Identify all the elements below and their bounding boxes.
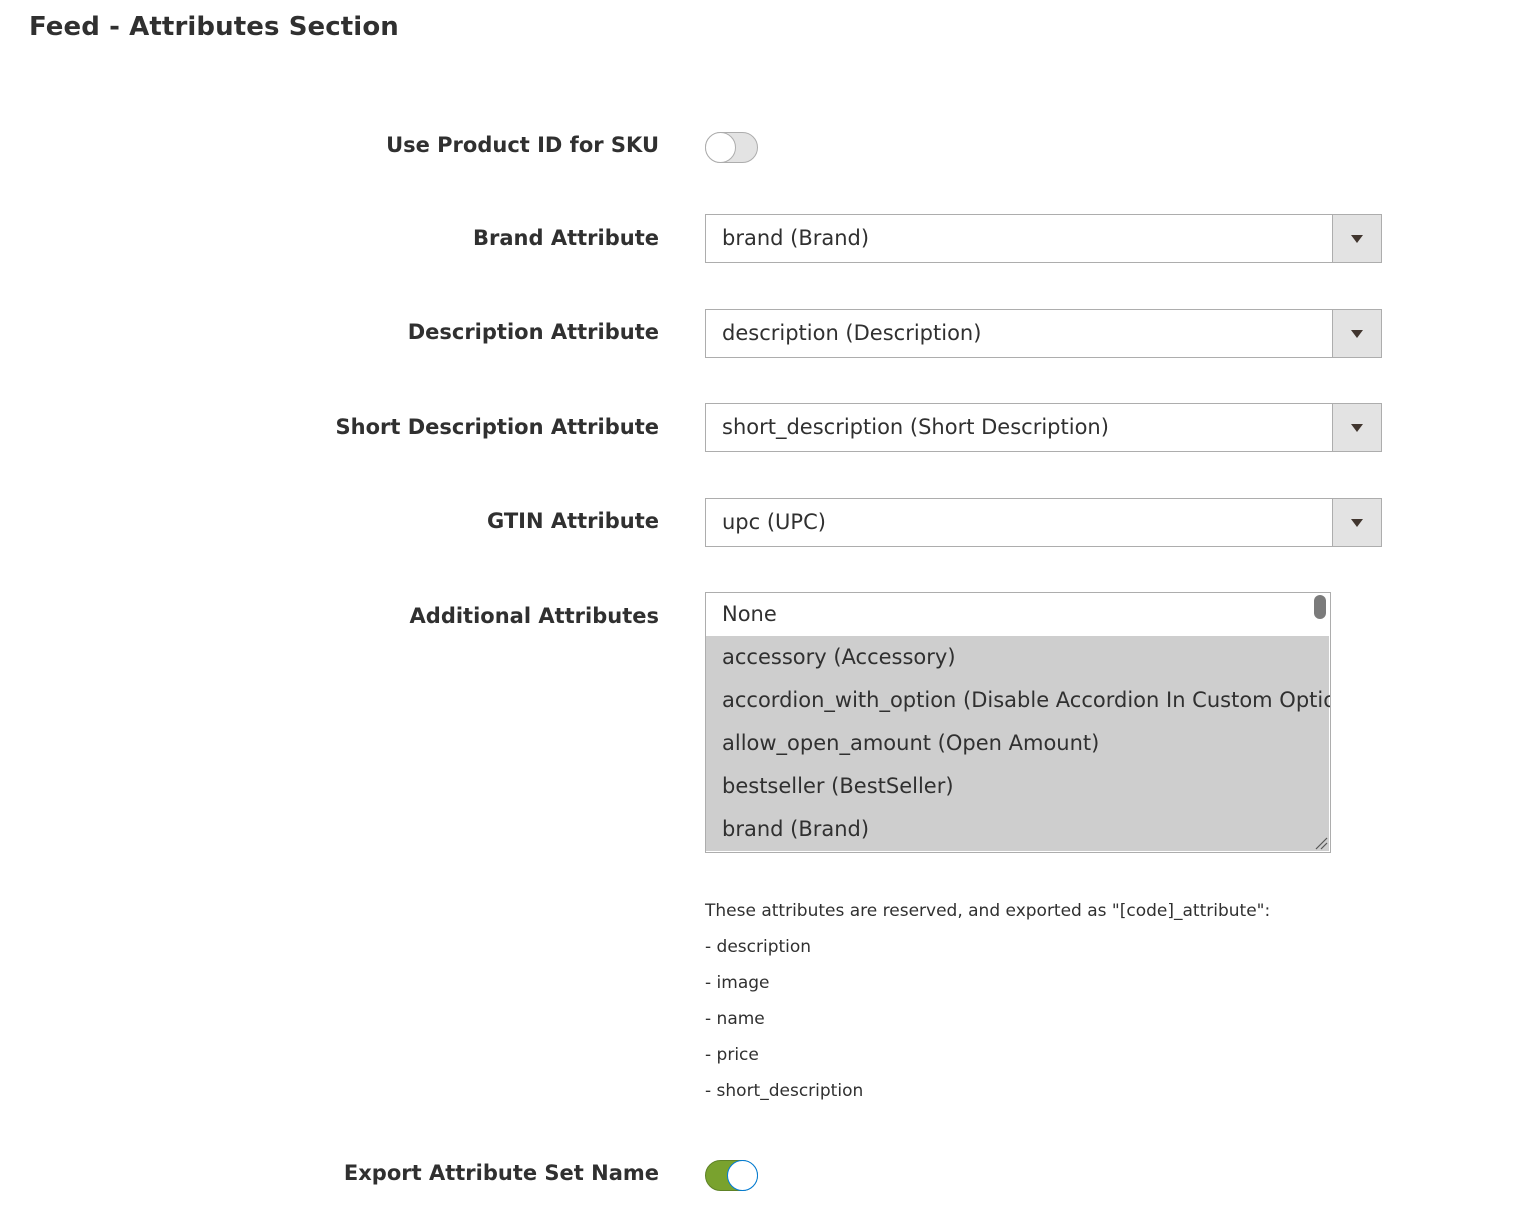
note-list-item: - price [705, 1045, 759, 1065]
multiselect-option[interactable]: allow_open_amount (Open Amount) [706, 722, 1329, 765]
multiselect-option[interactable]: brand (Brand) [706, 808, 1329, 851]
reserved-attributes-note: These attributes are reserved, and expor… [705, 893, 1270, 1109]
select-value: description (Description) [722, 321, 982, 345]
export-attribute-set-toggle[interactable] [705, 1160, 758, 1191]
brand-attribute-select[interactable]: brand (Brand) [705, 214, 1382, 263]
select-value: brand (Brand) [722, 226, 870, 250]
additional-attributes-label: Additional Attributes [409, 604, 659, 628]
multiselect-option[interactable]: accessory (Accessory) [706, 636, 1329, 679]
export-attribute-set-label: Export Attribute Set Name [343, 1161, 659, 1185]
scrollbar-thumb[interactable] [1314, 595, 1326, 619]
additional-attributes-multiselect[interactable]: None accessory (Accessory) accordion_with_… [705, 592, 1331, 853]
toggle-knob [727, 1160, 758, 1191]
dropdown-button[interactable] [1332, 404, 1381, 451]
note-heading: These attributes are reserved, and expor… [705, 901, 1271, 921]
resize-grip-icon[interactable] [1314, 836, 1328, 850]
brand-attribute-label: Brand Attribute [473, 226, 659, 250]
select-value: upc (UPC) [722, 510, 826, 534]
short-description-attribute-label: Short Description Attribute [335, 415, 660, 439]
description-attribute-select[interactable]: description (Description) [705, 309, 1382, 358]
description-attribute-label: Description Attribute [407, 320, 659, 344]
note-list-item: - image [705, 973, 770, 993]
multiselect-option[interactable]: None [706, 593, 1329, 636]
multiselect-option[interactable]: accordion_with_option (Disable Accordion… [706, 679, 1330, 722]
multiselect-option[interactable]: bestseller (BestSeller) [706, 765, 1329, 808]
note-list-item: - description [705, 937, 812, 957]
gtin-attribute-select[interactable]: upc (UPC) [705, 498, 1382, 547]
note-list-item: - short_description [705, 1081, 864, 1101]
gtin-attribute-label: GTIN Attribute [486, 509, 659, 533]
use-product-id-label: Use Product ID for SKU [386, 133, 659, 157]
short-description-attribute-select[interactable]: short_description (Short Description) [705, 403, 1382, 452]
dropdown-button[interactable] [1332, 499, 1381, 546]
multiselect-options: None accessory (Accessory) accordion_with_… [706, 593, 1330, 851]
chevron-down-icon [1351, 235, 1363, 243]
dropdown-button[interactable] [1332, 310, 1381, 357]
chevron-down-icon [1351, 519, 1363, 527]
chevron-down-icon [1351, 424, 1363, 432]
note-list-item: - name [705, 1009, 765, 1029]
dropdown-button[interactable] [1332, 215, 1381, 262]
select-value: short_description (Short Description) [722, 415, 1109, 439]
page-title: Feed - Attributes Section [29, 12, 399, 42]
toggle-knob [705, 132, 736, 163]
chevron-down-icon [1351, 330, 1363, 338]
use-product-id-toggle[interactable] [705, 132, 758, 163]
